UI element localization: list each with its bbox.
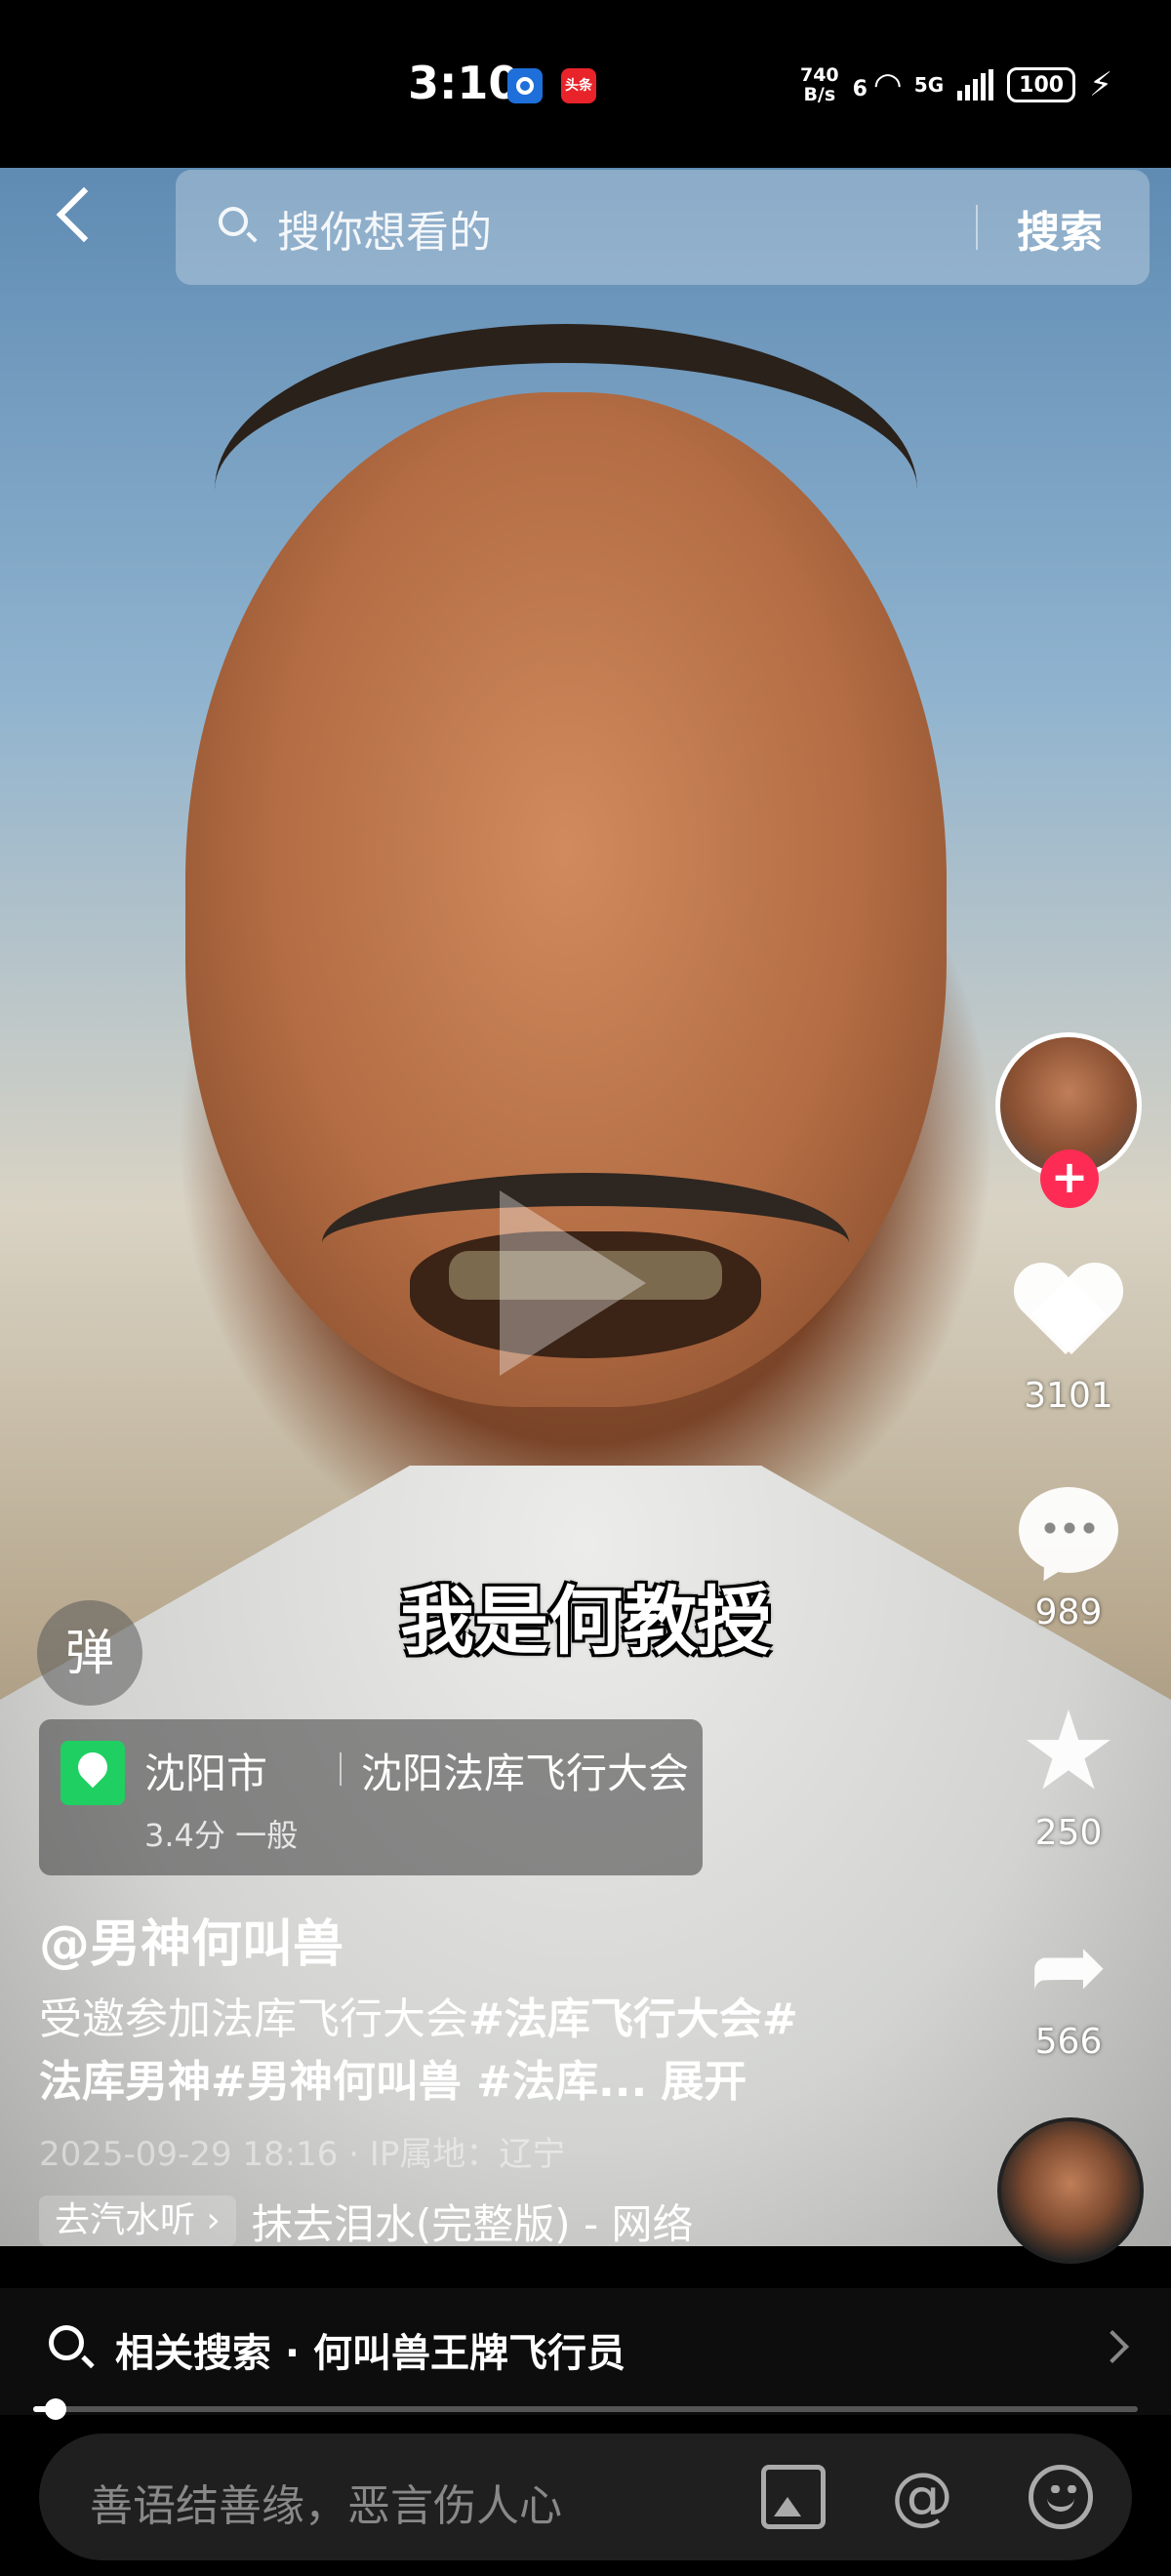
- app-notification-icon: [507, 68, 543, 103]
- comment-icon[interactable]: [1015, 1483, 1122, 1590]
- toutiao-notification-icon: 头条: [561, 68, 596, 103]
- search-button[interactable]: 搜索: [1017, 197, 1103, 260]
- related-search-bar[interactable]: 相关搜索 · 何叫兽王牌飞行员: [0, 2288, 1171, 2415]
- danmu-toggle-button[interactable]: 弹: [37, 1600, 142, 1706]
- favorite-star-icon[interactable]: ★: [1015, 1697, 1122, 1806]
- location-rating: 3.4分 一般: [144, 1817, 299, 1854]
- comment-input-bar[interactable]: 善语结善缘，恶言伤人心 @: [39, 2434, 1132, 2560]
- location-name: 沈阳法库飞行大会: [361, 1750, 690, 1797]
- battery-icon: 100: [1007, 67, 1076, 102]
- related-search-icon: [49, 2325, 84, 2360]
- hashtag-group[interactable]: 法库男神#男神何叫兽 #法库...: [39, 2057, 647, 2107]
- net-speed-unit: B/s: [803, 84, 836, 105]
- chevron-right-icon: [1096, 2330, 1129, 2363]
- description-text: 受邀参加法库飞行大会: [39, 1994, 468, 2044]
- net-speed: 740 B/s: [800, 65, 839, 104]
- location-card[interactable]: 沈阳市 沈阳法库飞行大会 3.4分 一般: [39, 1719, 703, 1875]
- wifi-label: 6: [852, 77, 868, 101]
- emoji-icon[interactable]: [1029, 2465, 1093, 2529]
- battery-level: 100: [1019, 72, 1065, 98]
- comment-count: 989: [1034, 1592, 1103, 1632]
- location-separator: [340, 1752, 342, 1786]
- like-icon[interactable]: [1015, 1259, 1122, 1366]
- location-city: 沈阳市: [144, 1750, 268, 1797]
- share-icon[interactable]: ➦: [1015, 1912, 1122, 2020]
- expand-button[interactable]: 展开: [661, 2057, 747, 2107]
- search-bar[interactable]: 搜你想看的 搜索: [176, 170, 1150, 285]
- music-title[interactable]: 抹去泪水(完整版) - 网络: [252, 2192, 694, 2251]
- at-mention-icon[interactable]: @: [890, 2465, 954, 2529]
- status-indicators: 740 B/s 6 ◠ 5G 100 ⚡: [800, 60, 1112, 109]
- favorite-count: 250: [1034, 1813, 1103, 1853]
- location-pin-icon: [61, 1741, 125, 1805]
- comment-dots: [1040, 1522, 1099, 1534]
- music-row[interactable]: 去汽水听 › 抹去泪水(完整版) - 网络: [39, 2195, 693, 2248]
- search-icon: [219, 207, 248, 236]
- like-count: 3101: [1024, 1376, 1113, 1416]
- follow-button[interactable]: +: [1040, 1149, 1099, 1208]
- comment-input[interactable]: 善语结善缘，恶言伤人心: [90, 2471, 562, 2533]
- author-name[interactable]: @男神何叫兽: [39, 1903, 343, 1976]
- search-divider: [976, 205, 978, 250]
- hashtag-fakufeixing[interactable]: #法库飞行大会#: [468, 1994, 798, 2044]
- status-bar: 3:10 头条 740 B/s 6 ◠ 5G 100 ⚡: [0, 0, 1171, 168]
- image-icon[interactable]: [761, 2465, 826, 2529]
- video-frame-hair: [215, 324, 917, 656]
- progress-knob[interactable]: [44, 2398, 66, 2420]
- video-description: 受邀参加法库飞行大会#法库飞行大会# 法库男神#男神何叫兽 #法库... 展开: [39, 1989, 898, 2113]
- related-search-text[interactable]: 相关搜索 · 何叫兽王牌飞行员: [115, 2321, 626, 2378]
- progress-track[interactable]: [33, 2406, 1138, 2412]
- net-speed-value: 740: [799, 64, 839, 86]
- play-icon[interactable]: [500, 1190, 646, 1376]
- search-input[interactable]: 搜你想看的: [277, 197, 492, 260]
- network-type: 5G: [913, 73, 945, 97]
- status-time: 3:10: [408, 57, 520, 109]
- music-disc-icon[interactable]: [997, 2117, 1144, 2264]
- signal-icon: [957, 69, 994, 101]
- wifi-icon: 6 ◠: [852, 65, 901, 104]
- post-meta: 2025-09-29 18:16 · IP属地：辽宁: [39, 2135, 566, 2174]
- qishui-listen-chip[interactable]: 去汽水听 ›: [39, 2195, 236, 2246]
- charging-icon: ⚡: [1089, 65, 1112, 104]
- share-count: 566: [1034, 2022, 1103, 2062]
